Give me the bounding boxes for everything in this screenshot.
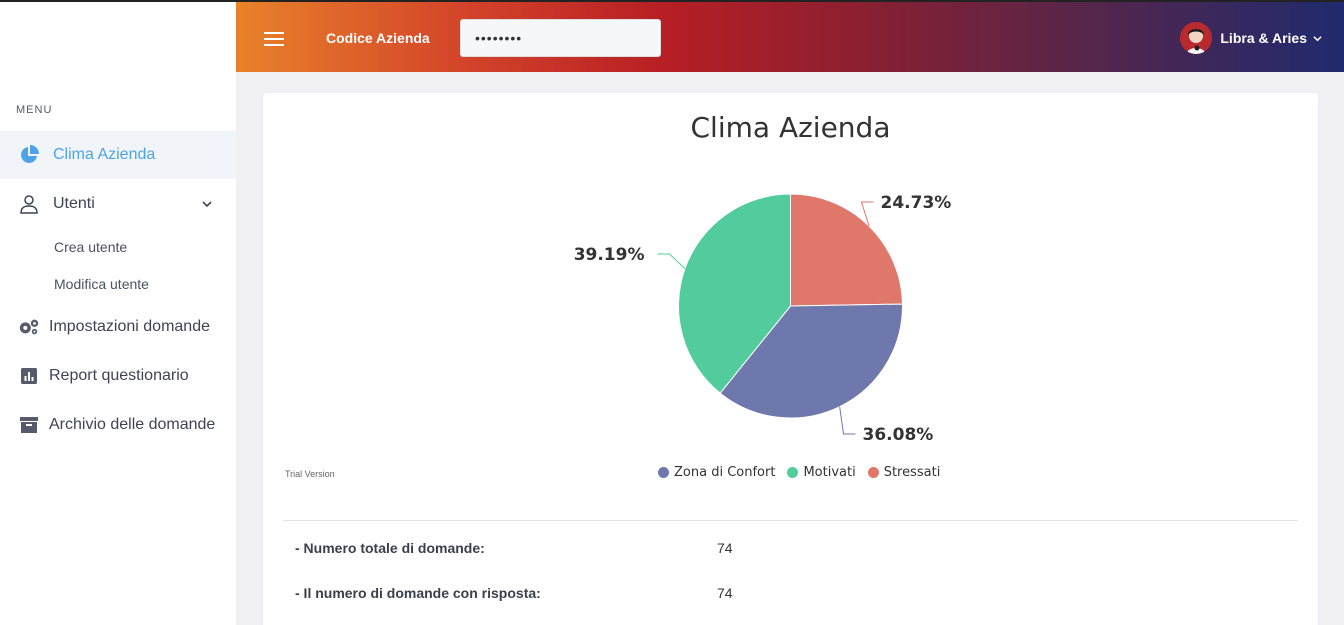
sidebar-item-label: Clima Azienda: [53, 146, 156, 163]
stat-label: - Il numero di domande con risposta:: [295, 585, 541, 601]
sidebar: MENU Clima Azienda Utenti Crea utente Mo…: [0, 0, 236, 625]
sidebar-item-report-questionario[interactable]: Report questionario: [0, 352, 236, 400]
sidebar-item-label: Report questionario: [49, 367, 189, 384]
user-name: Libra & Aries: [1220, 30, 1307, 46]
sidebar-subitem-modifica-utente[interactable]: Modifica utente: [54, 276, 149, 292]
pie-leader-line: [839, 406, 856, 435]
pie-leader-line: [657, 253, 686, 270]
top-header: Codice Azienda Libra & Aries: [236, 0, 1344, 72]
archive-icon: [18, 414, 40, 436]
legend-dot: [867, 467, 879, 478]
menu-title: MENU: [16, 104, 53, 116]
stat-row-totale: - Numero totale di domande: 74: [295, 540, 733, 556]
sidebar-item-label: Archivio delle domande: [49, 416, 216, 433]
pie-chart: 24.73% 36.08% 39.19%: [574, 193, 952, 445]
stat-value: 74: [717, 540, 733, 556]
legend-item-zona[interactable]: Zona di Confort: [658, 465, 775, 480]
stat-value: 74: [717, 585, 733, 601]
legend-label: Zona di Confort: [674, 465, 776, 480]
codice-azienda-input[interactable]: [460, 19, 661, 57]
chart-legend: Zona di Confort Motivati Stressati: [658, 465, 952, 480]
chevron-down-icon: [1313, 30, 1322, 46]
sidebar-item-impostazioni-domande[interactable]: Impostazioni domande: [0, 303, 236, 351]
sidebar-item-utenti[interactable]: Utenti: [0, 180, 236, 228]
sidebar-item-archivio-domande[interactable]: Archivio delle domande: [0, 401, 236, 449]
chevron-down-icon: [202, 196, 212, 214]
divider: [283, 520, 1298, 521]
sidebar-subitem-crea-utente[interactable]: Crea utente: [54, 239, 127, 255]
pie-data-label: 39.19%: [574, 245, 645, 265]
pie-data-label: 24.73%: [881, 193, 952, 213]
trial-version-watermark: Trial Version: [285, 469, 335, 479]
legend-label: Stressati: [883, 465, 941, 480]
user-menu[interactable]: Libra & Aries: [1180, 22, 1322, 54]
user-icon: [18, 193, 40, 215]
chart-card: Clima Azienda 24.73% 36.08% 39.19% Trial V…: [263, 93, 1318, 625]
bar-chart-icon: [18, 365, 40, 387]
stat-label: - Numero totale di domande:: [295, 540, 485, 556]
sidebar-item-label: Utenti: [53, 195, 95, 212]
sidebar-item-clima-azienda[interactable]: Clima Azienda: [0, 131, 236, 179]
gears-icon: [18, 316, 40, 338]
hamburger-menu-icon[interactable]: [264, 32, 284, 46]
avatar: [1180, 22, 1213, 54]
legend-label: Motivati: [803, 465, 856, 480]
codice-azienda-label: Codice Azienda: [326, 30, 430, 46]
stat-row-risposta: - Il numero di domande con risposta: 74: [295, 585, 733, 601]
legend-item-motivati[interactable]: Motivati: [787, 465, 856, 480]
legend-dot: [658, 467, 669, 478]
legend-item-stressati[interactable]: Stressati: [867, 465, 941, 480]
legend-dot: [787, 467, 799, 478]
pie-data-label: 36.08%: [863, 425, 934, 445]
pie-chart-icon: [18, 144, 40, 166]
sidebar-item-label: Impostazioni domande: [49, 318, 210, 335]
